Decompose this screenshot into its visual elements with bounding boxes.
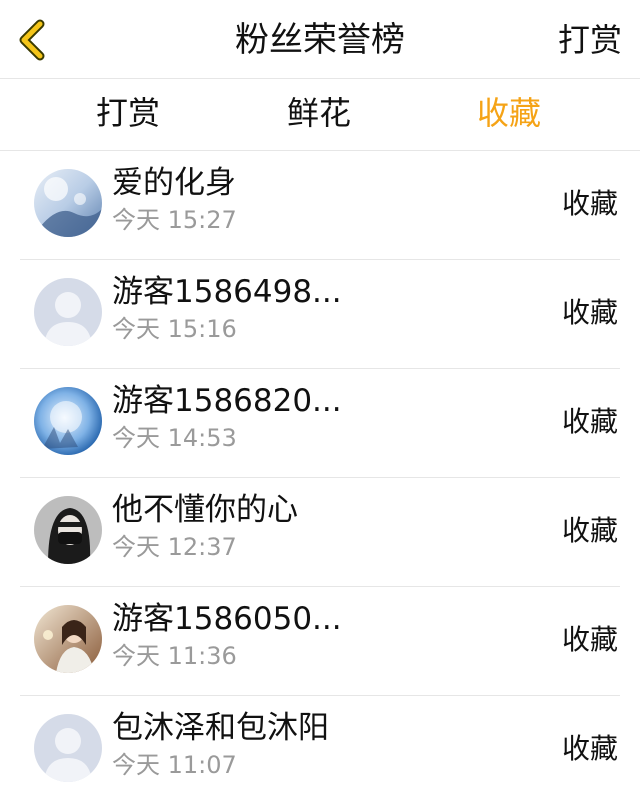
timestamp: 今天 12:37 — [112, 533, 237, 561]
timestamp: 今天 15:27 — [112, 206, 237, 234]
user-name: 爱的化身 — [112, 165, 236, 201]
list-item[interactable]: 游客1586820... 今天 14:53 收藏 — [20, 369, 620, 478]
list-item[interactable]: 爱的化身 今天 15:27 收藏 — [20, 151, 620, 260]
avatar[interactable] — [34, 496, 102, 564]
user-name: 包沐泽和包沐阳 — [112, 710, 329, 746]
action-label: 收藏 — [561, 623, 618, 656]
nav-bar: 粉丝荣誉榜 打赏 — [0, 0, 640, 79]
default-user-icon — [34, 714, 102, 782]
timestamp: 今天 14:53 — [112, 424, 237, 452]
action-label: 收藏 — [561, 514, 618, 547]
action-label: 收藏 — [561, 187, 618, 220]
list-item[interactable]: 游客1586050... 今天 11:36 收藏 — [20, 587, 620, 696]
default-user-icon — [34, 278, 102, 346]
fan-list: 爱的化身 今天 15:27 收藏 游客1586498... 今天 15:16 收… — [0, 151, 640, 804]
avatar[interactable] — [34, 714, 102, 782]
back-button[interactable] — [14, 18, 54, 62]
user-name: 游客1586050... — [112, 601, 342, 637]
action-label: 收藏 — [561, 405, 618, 438]
reward-button[interactable]: 打赏 — [558, 18, 622, 62]
avatar[interactable] — [34, 278, 102, 346]
user-name: 游客1586498... — [112, 274, 342, 310]
tab-flowers[interactable]: 鲜花 — [287, 91, 351, 135]
timestamp: 今天 11:07 — [112, 751, 237, 779]
tab-bar: 打赏 鲜花 收藏 — [0, 79, 640, 151]
tab-favorites[interactable]: 收藏 — [477, 91, 541, 135]
page-title: 粉丝荣誉榜 — [235, 20, 405, 60]
avatar[interactable] — [34, 605, 102, 673]
tab-reward[interactable]: 打赏 — [96, 91, 160, 135]
avatar[interactable] — [34, 169, 102, 237]
list-item[interactable]: 他不懂你的心 今天 12:37 收藏 — [20, 478, 620, 587]
action-label: 收藏 — [561, 296, 618, 329]
list-item[interactable]: 包沐泽和包沐阳 今天 11:07 收藏 — [20, 696, 620, 804]
timestamp: 今天 11:36 — [112, 642, 237, 670]
user-name: 他不懂你的心 — [112, 492, 298, 528]
chevron-left-icon — [19, 19, 45, 61]
user-name: 游客1586820... — [112, 383, 342, 419]
action-label: 收藏 — [561, 732, 618, 765]
avatar[interactable] — [34, 387, 102, 455]
list-item[interactable]: 游客1586498... 今天 15:16 收藏 — [20, 260, 620, 369]
timestamp: 今天 15:16 — [112, 315, 237, 343]
